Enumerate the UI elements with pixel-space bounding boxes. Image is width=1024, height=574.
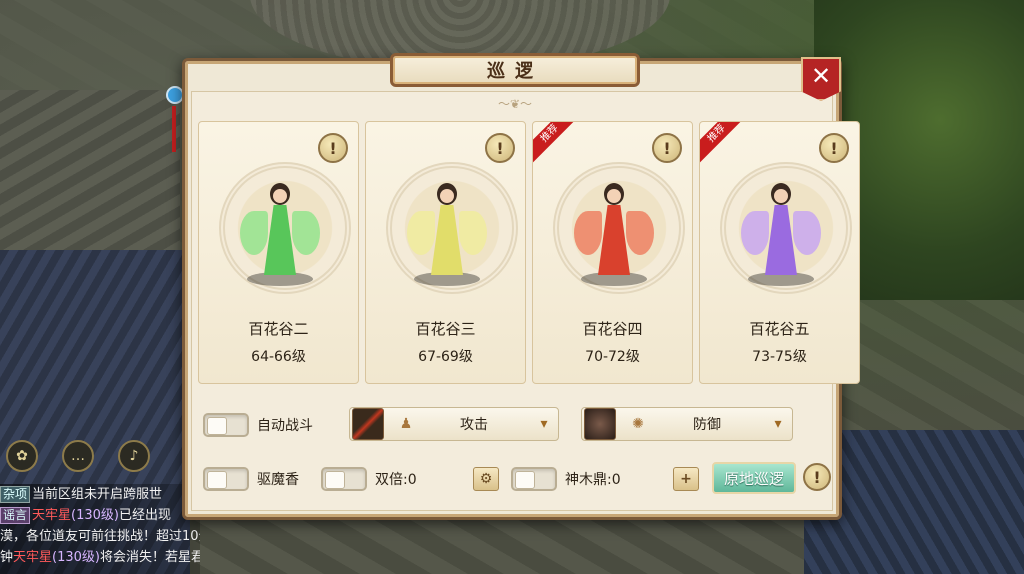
auto-battle-toggle[interactable] (203, 413, 249, 437)
info-icon[interactable]: ! (318, 133, 348, 163)
double-exp-label: 双倍:0 (375, 472, 417, 488)
jade-pendant-icon[interactable] (166, 86, 184, 166)
divine-cauldron-control: 神木鼎:0 + (511, 467, 699, 491)
beast-mask-icon (584, 408, 616, 440)
map-level-range: 67-69级 (418, 349, 473, 365)
info-icon[interactable]: ! (819, 133, 849, 163)
map-name: 百花谷四 (582, 320, 643, 338)
map-level-range: 70-72级 (585, 349, 640, 365)
chat-tag: 杂项 (0, 486, 31, 503)
chat-line: 钟天牢星(130级)将会消失！若星君被 (0, 550, 200, 565)
patrol-map-card[interactable]: ! 百花谷二 64-66级 (198, 121, 359, 384)
map-name: 百花谷五 (749, 320, 810, 338)
info-icon[interactable]: ! (652, 133, 682, 163)
map-level-range: 73-75级 (752, 349, 807, 365)
chevron-down-icon: ▾ (774, 416, 782, 432)
chevron-down-icon: ▾ (540, 416, 548, 432)
gear-icon[interactable]: ⚙ (473, 467, 499, 491)
attack-skill-dropdown[interactable]: ♟ 攻击 ▾ (349, 407, 559, 441)
map-level-range: 64-66级 (251, 349, 306, 365)
side-icons: ✿ … ♪ (6, 440, 150, 472)
chat-tag: 谣言 (0, 507, 31, 524)
person-icon: ♟ (399, 416, 413, 432)
recommended-badge: 推荐 (700, 122, 748, 165)
plus-icon[interactable]: + (673, 467, 699, 491)
divine-cauldron-toggle[interactable] (511, 467, 557, 491)
double-exp-control: 双倍:0 ⚙ (321, 467, 499, 491)
recommended-badge: 推荐 (533, 122, 581, 165)
fairy-character-figure (574, 177, 654, 277)
double-exp-toggle[interactable] (321, 467, 367, 491)
sword-icon (352, 408, 384, 440)
friends-icon[interactable]: ✿ (6, 440, 38, 472)
fairy-character-figure (741, 177, 821, 277)
chat-line: 杂项 当前区组未开启跨服世 (0, 484, 200, 505)
auto-battle-control: 自动战斗 (203, 413, 313, 437)
chat-bubble-icon[interactable]: … (62, 440, 94, 472)
paw-icon: ✺ (632, 416, 644, 432)
exorcism-incense-toggle[interactable] (203, 467, 249, 491)
divine-cauldron-label: 神木鼎:0 (565, 472, 621, 488)
patrol-map-card[interactable]: ! 百花谷三 67-69级 (365, 121, 526, 384)
info-icon[interactable]: ! (803, 463, 831, 491)
defense-skill-dropdown[interactable]: ✺ 防御 ▾ (581, 407, 793, 441)
auto-battle-label: 自动战斗 (257, 418, 313, 434)
patrol-map-card[interactable]: 推荐! 百花谷四 70-72级 (532, 121, 693, 384)
dialog-title: 巡逻 (390, 53, 640, 87)
patrol-map-card[interactable]: 推荐! 百花谷五 73-75级 (699, 121, 860, 384)
fairy-character-figure (240, 177, 320, 277)
info-icon[interactable]: ! (485, 133, 515, 163)
microphone-icon[interactable]: ♪ (118, 440, 150, 472)
patrol-in-place-button[interactable]: 原地巡逻 (712, 462, 796, 494)
fairy-character-figure (407, 177, 487, 277)
patrol-dialog: 巡逻 〜❦〜 ✕ ! 百花谷二 64-66级! 百花谷三 67-69级推荐! (182, 53, 860, 520)
chat-line: 漠，各位道友可前往挑战！超过10分 (0, 529, 200, 544)
attack-label: 攻击 (460, 417, 488, 433)
chat-line: 谣言 天牢星(130级)已经出现 (0, 505, 200, 526)
map-name: 百花谷三 (415, 320, 476, 338)
building-roof-left-top (0, 90, 180, 260)
exorcism-incense-control: 驱魔香 (203, 467, 299, 491)
map-name: 百花谷二 (248, 320, 309, 338)
exorcism-incense-label: 驱魔香 (257, 472, 299, 488)
patrol-map-list: ! 百花谷二 64-66级! 百花谷三 67-69级 推荐! 百花谷四 70-7… (198, 121, 860, 384)
defense-label: 防御 (693, 417, 721, 433)
cloud-ornament-icon: 〜❦〜 (497, 97, 533, 111)
chat-feed[interactable]: 杂项 当前区组未开启跨服世 谣言 天牢星(130级)已经出现 漠，各位道友可前往挑战… (0, 484, 200, 574)
